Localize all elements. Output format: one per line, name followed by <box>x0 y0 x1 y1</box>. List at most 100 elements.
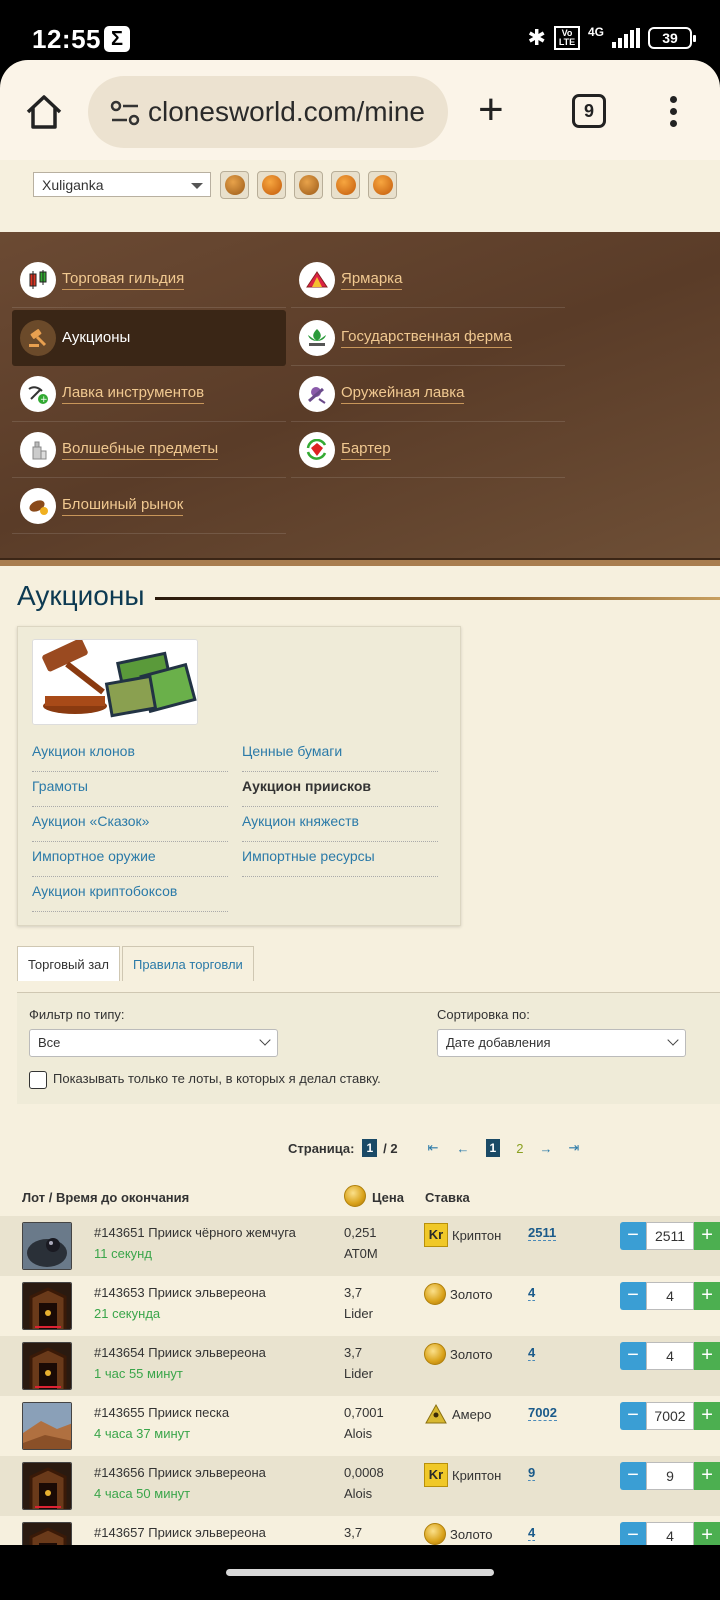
menu-item-tools-shop[interactable]: + Лавка инструментов <box>12 366 286 422</box>
filter-type-value: Все <box>38 1035 61 1050</box>
pumpkin-icon[interactable] <box>331 171 360 199</box>
menu-label: Аукционы <box>62 328 131 346</box>
menu-item-weapon-shop[interactable]: Оружейная лавка <box>291 366 565 422</box>
auction-links-panel: Аукцион клонов Ценные бумаги Грамоты Аук… <box>17 626 461 926</box>
sort-select[interactable]: Дате добавления <box>437 1029 686 1057</box>
link-principalities-auction[interactable]: Аукцион княжеств <box>242 807 438 842</box>
bid-amount-input[interactable]: 2511 <box>645 1222 695 1250</box>
decrease-bid-button[interactable]: − <box>620 1522 646 1545</box>
user-select[interactable]: Xuliganka <box>33 172 211 197</box>
lot-thumbnail[interactable] <box>22 1342 72 1390</box>
tab-trading-rules[interactable]: Правила торговли <box>121 946 254 981</box>
bid-amount-input[interactable]: 4 <box>645 1342 695 1370</box>
lot-seller[interactable]: AT0M <box>344 1246 378 1261</box>
tab-trading-hall[interactable]: Торговый зал <box>17 946 120 981</box>
pager-page-2[interactable]: 2 <box>516 1141 523 1156</box>
increase-bid-button[interactable]: + <box>694 1402 720 1430</box>
bid-amount-input[interactable]: 9 <box>645 1462 695 1490</box>
lot-currency: Золото <box>424 1523 493 1545</box>
lot-title[interactable]: #143656 Прииск эльвереона <box>94 1465 266 1480</box>
bid-amount-input[interactable]: 4 <box>645 1282 695 1310</box>
lot-title[interactable]: #143651 Прииск чёрного жемчуга <box>94 1225 296 1240</box>
menu-item-barter[interactable]: Бартер <box>291 422 565 478</box>
browser-toolbar: clonesworld.com/mine + 9 <box>0 60 720 160</box>
pager-first-icon[interactable]: ⇤ <box>428 1140 439 1156</box>
gesture-handle[interactable] <box>226 1569 494 1576</box>
tabs-icon[interactable]: 9 <box>572 94 606 128</box>
lot-thumbnail[interactable] <box>22 1462 72 1510</box>
lot-current-bid[interactable]: 4 <box>528 1525 536 1541</box>
weapon-icon <box>299 375 335 412</box>
home-icon[interactable] <box>22 90 66 134</box>
filter-type-select[interactable]: Все <box>29 1029 278 1057</box>
decrease-bid-button[interactable]: − <box>620 1462 646 1490</box>
lot-thumbnail[interactable] <box>22 1282 72 1330</box>
lot-seller[interactable]: Lider <box>344 1306 373 1321</box>
link-securities[interactable]: Ценные бумаги <box>242 737 438 772</box>
pager-next-icon[interactable]: → <box>539 1141 552 1156</box>
link-diplomas[interactable]: Грамоты <box>32 772 228 807</box>
link-clone-auction[interactable]: Аукцион клонов <box>32 737 228 772</box>
my-bids-checkbox[interactable] <box>29 1071 47 1089</box>
lot-title[interactable]: #143654 Прииск эльвереона <box>94 1345 266 1360</box>
col-bid: Ставка <box>425 1190 470 1205</box>
increase-bid-button[interactable]: + <box>694 1462 720 1490</box>
lot-seller[interactable]: Alois <box>344 1486 372 1501</box>
menu-item-fair[interactable]: Ярмарка <box>291 252 565 308</box>
lot-title[interactable]: #143657 Прииск эльвереона <box>94 1525 266 1540</box>
increase-bid-button[interactable]: + <box>694 1222 720 1250</box>
lot-thumbnail[interactable] <box>22 1222 72 1270</box>
lot-current-bid[interactable]: 7002 <box>528 1405 557 1421</box>
pumpkin-icon[interactable] <box>257 171 286 199</box>
lot-time-left: 4 часа 50 минут <box>94 1486 191 1501</box>
lots-table-header: Лот / Время до окончания Цена Ставка <box>0 1180 720 1216</box>
clone-avatar-icon[interactable] <box>294 171 323 199</box>
lot-current-bid[interactable]: 4 <box>528 1345 536 1361</box>
menu-item-flea-market[interactable]: Блошиный рынок <box>12 478 286 534</box>
menu-item-auctions[interactable]: Аукционы <box>12 310 286 366</box>
menu-icon[interactable] <box>670 96 678 132</box>
link-import-resources[interactable]: Импортные ресурсы <box>242 842 438 877</box>
menu-item-trade-guild[interactable]: Торговая гильдия <box>12 252 286 308</box>
bid-amount-input[interactable]: 4 <box>645 1522 695 1545</box>
link-tales-auction[interactable]: Аукцион «Сказок» <box>32 807 228 842</box>
lot-seller[interactable]: Lider <box>344 1366 373 1381</box>
increase-bid-button[interactable]: + <box>694 1522 720 1545</box>
link-import-weapons[interactable]: Импортное оружие <box>32 842 228 877</box>
lot-current-bid[interactable]: 9 <box>528 1465 536 1481</box>
new-tab-plus-icon[interactable]: + <box>478 88 504 132</box>
pager-last-icon[interactable]: ⇥ <box>568 1140 579 1156</box>
decrease-bid-button[interactable]: − <box>620 1342 646 1370</box>
lot-current-bid[interactable]: 4 <box>528 1285 536 1301</box>
menu-item-magic-items[interactable]: Волшебные предметы <box>12 422 286 478</box>
decrease-bid-button[interactable]: − <box>620 1222 646 1250</box>
pager-prev-icon[interactable]: ← <box>457 1141 470 1156</box>
user-select-value: Xuliganka <box>42 177 104 193</box>
increase-bid-button[interactable]: + <box>694 1342 720 1370</box>
lot-thumbnail[interactable] <box>22 1402 72 1450</box>
address-bar[interactable]: clonesworld.com/mine <box>88 76 448 148</box>
lot-title[interactable]: #143653 Прииск эльвереона <box>94 1285 266 1300</box>
menu-item-state-farm[interactable]: Государственная ферма <box>291 310 565 366</box>
bid-amount-input[interactable]: 7002 <box>645 1402 695 1430</box>
site-settings-icon[interactable] <box>110 100 140 126</box>
link-cryptobox-auction[interactable]: Аукцион криптобоксов <box>32 877 228 912</box>
lot-title[interactable]: #143655 Прииск песка <box>94 1405 229 1420</box>
decrease-bid-button[interactable]: − <box>620 1402 646 1430</box>
currency-name: Амеро <box>452 1406 492 1422</box>
title-divider <box>155 597 720 600</box>
pager-page-1[interactable]: 1 <box>485 1139 501 1157</box>
pumpkin-icon[interactable] <box>368 171 397 199</box>
increase-bid-button[interactable]: + <box>694 1282 720 1310</box>
tools-icon: + <box>20 375 56 412</box>
clone-avatar-icon[interactable] <box>220 171 249 199</box>
pager-total: / 2 <box>383 1140 398 1156</box>
user-bar: Xuliganka <box>0 160 720 232</box>
lot-thumbnail[interactable] <box>22 1522 72 1545</box>
link-mine-auction[interactable]: Аукцион приисков <box>242 772 438 807</box>
sort-label: Сортировка по: <box>437 1007 530 1022</box>
lot-seller[interactable]: Alois <box>344 1426 372 1441</box>
lot-current-bid[interactable]: 2511 <box>528 1225 557 1241</box>
krypton-icon: Kr <box>424 1223 448 1247</box>
decrease-bid-button[interactable]: − <box>620 1282 646 1310</box>
